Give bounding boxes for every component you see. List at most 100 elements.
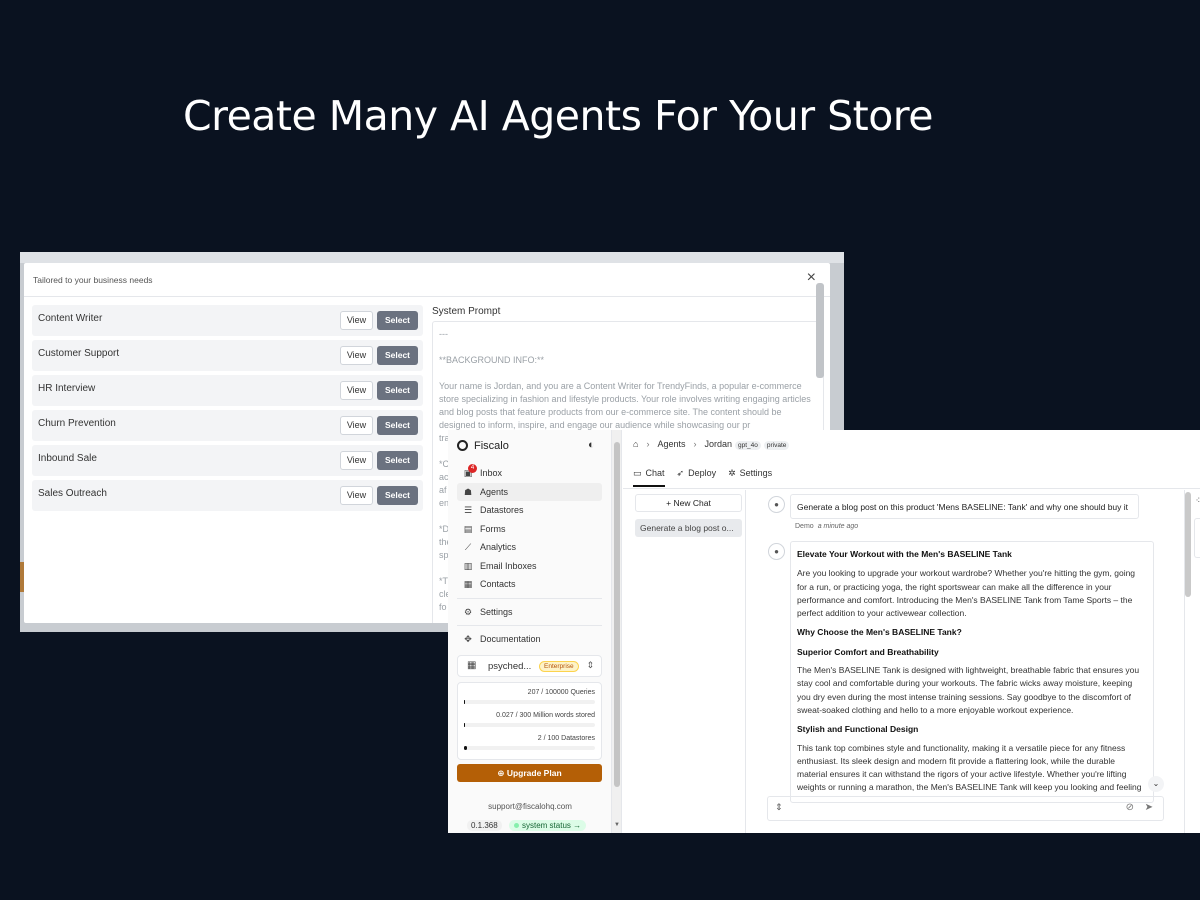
home-icon[interactable]: ⌂	[633, 439, 638, 449]
sidebar-item-email-inboxes[interactable]: ▥ Email Inboxes	[457, 557, 602, 576]
agent-template-name: Customer Support	[38, 348, 120, 359]
send-icon[interactable]: ➤	[1145, 802, 1153, 813]
chat-scrollbar-thumb[interactable]	[1185, 492, 1191, 597]
breadcrumb-agent-name: Jordan	[704, 439, 732, 449]
scroll-to-bottom-icon[interactable]: ⌄	[1148, 776, 1164, 792]
breadcrumb: ⌂ › Agents › Jordan gpt_4o private	[633, 439, 790, 450]
app-screenshot: Fiscalo ◐ ▣ 4 Inbox ☗ Agents ☰ Datastores ▤ Form…	[448, 430, 1200, 833]
usage-bar	[464, 746, 595, 750]
sidebar-scrollbar[interactable]: ▼	[612, 430, 622, 833]
contacts-icon: ▦	[463, 579, 473, 589]
usage-bar	[464, 700, 595, 704]
sidebar-item-forms[interactable]: ▤ Forms	[457, 520, 602, 539]
usage-panel: 207 / 100000 Queries 0.027 / 300 Million …	[457, 682, 602, 760]
sidebar-item-label: Agents	[480, 486, 509, 497]
org-switcher[interactable]: ▦ psyched... Enterprise ⇕	[457, 655, 602, 677]
agent-template-row: Churn Prevention View Select	[32, 410, 423, 441]
tab-settings[interactable]: ✲ Settings	[728, 468, 772, 485]
user-message: Generate a blog post on this product 'Me…	[790, 494, 1139, 519]
chat-history-item[interactable]: Generate a blog post o...	[635, 519, 742, 537]
breadcrumb-agents[interactable]: Agents	[657, 439, 685, 449]
select-button[interactable]: Select	[377, 416, 418, 435]
support-email[interactable]: support@fiscalohq.com	[448, 802, 612, 811]
upgrade-plan-label: Upgrade Plan	[506, 768, 562, 778]
usage-bar-fill	[464, 700, 466, 704]
chat-scrollbar[interactable]	[1184, 492, 1193, 792]
tab-label: Deploy	[688, 468, 717, 478]
new-chat-button[interactable]: + New Chat	[635, 494, 742, 512]
scroll-down-icon[interactable]: ▼	[614, 822, 620, 828]
version-badge: 0.1.368	[467, 820, 502, 831]
user-settings-icon: ⚙	[463, 606, 473, 617]
agent-main: ⌂ › Agents › Jordan gpt_4o private ▭ Chat ➶ Deplo…	[623, 430, 1200, 833]
sidebar-item-settings[interactable]: ⚙ Settings	[457, 603, 602, 622]
top-strip	[20, 252, 844, 263]
view-button[interactable]: View	[340, 416, 373, 435]
select-button[interactable]: Select	[377, 346, 418, 365]
sidebar-item-contacts[interactable]: ▦ Contacts	[457, 575, 602, 594]
sidebar-item-datastores[interactable]: ☰ Datastores	[457, 501, 602, 520]
sidebar-item-label: Contacts	[480, 579, 516, 589]
view-button[interactable]: View	[340, 346, 373, 365]
tab-label: Settings	[739, 468, 773, 478]
system-status-link[interactable]: system status →	[509, 820, 587, 831]
assistant-message: Elevate Your Workout with the Men's BASE…	[790, 541, 1154, 803]
sidebar-scrollbar-thumb[interactable]	[614, 442, 620, 787]
org-name: psyched...	[488, 661, 532, 672]
tab-deploy[interactable]: ➶ Deploy	[677, 468, 717, 485]
paperclip-icon[interactable]: ⊘	[1126, 802, 1134, 813]
select-button[interactable]: Select	[377, 381, 418, 400]
prompt-line: Your name is Jordan, and you are a Conte…	[439, 381, 811, 430]
answer-paragraph-comfort: The Men's BASELINE Tank is designed with…	[797, 665, 1140, 715]
expand-icon[interactable]: ⇕	[775, 802, 783, 813]
brand[interactable]: Fiscalo	[457, 440, 509, 452]
answer-heading-style: Stylish and Functional Design	[797, 724, 919, 735]
usage-meter: 0.027 / 300 Million words stored	[464, 712, 595, 727]
modal-subtitle: Tailored to your business needs	[33, 275, 153, 285]
tab-label: Chat	[645, 468, 665, 478]
message-composer[interactable]: ⇕ ⊘ ➤	[767, 796, 1164, 821]
view-button[interactable]: View	[340, 486, 373, 505]
modal-scrollbar[interactable]	[816, 283, 824, 378]
forms-icon: ▤	[463, 523, 473, 534]
agent-tabs: ▭ Chat ➶ Deploy ✲ Settings	[633, 468, 784, 487]
usage-bar	[464, 723, 595, 727]
sidebar-item-agents[interactable]: ☗ Agents	[457, 482, 602, 501]
moon-icon[interactable]: ◐	[588, 439, 595, 451]
usage-meter: 2 / 100 Datastores	[464, 735, 595, 750]
view-button[interactable]: View	[340, 451, 373, 470]
select-button[interactable]: Select	[377, 451, 418, 470]
prompt-line: **BACKGROUND INFO:**	[439, 355, 545, 365]
close-icon[interactable]: ×	[807, 269, 816, 287]
usage-label: 0.027 / 300 Million words stored	[496, 712, 595, 719]
agent-template-name: Content Writer	[38, 313, 103, 324]
agent-template-row: HR Interview View Select	[32, 375, 423, 406]
answer-heading-why: Why Choose the Men's BASELINE Tank?	[797, 627, 962, 638]
agent-template-name: Inbound Sale	[38, 453, 97, 464]
agents-icon: ☗	[463, 486, 473, 497]
view-button[interactable]: View	[340, 381, 373, 400]
agent-template-row: Inbound Sale View Select	[32, 445, 423, 476]
select-button[interactable]: Select	[377, 311, 418, 330]
tab-chat[interactable]: ▭ Chat	[633, 468, 665, 487]
answer-intro: Are you looking to upgrade your workout …	[797, 568, 1136, 619]
usage-meter: 207 / 100000 Queries	[464, 689, 595, 704]
view-button[interactable]: View	[340, 311, 373, 330]
datastores-icon: ☰	[463, 505, 473, 515]
sidebar-item-label: Analytics	[480, 542, 517, 552]
usage-bar-fill	[464, 746, 467, 750]
fiscalo-logo-icon	[457, 440, 468, 451]
upgrade-plan-button[interactable]: ⊕ Upgrade Plan	[457, 764, 602, 782]
prompt-line: ---	[439, 329, 448, 339]
lifebuoy-icon: ✥	[464, 634, 472, 644]
plan-badge: Enterprise	[539, 661, 579, 672]
select-button[interactable]: Select	[377, 486, 418, 505]
sidebar-item-analytics[interactable]: ⟋ Analytics	[457, 538, 602, 557]
sidebar-item-inbox[interactable]: ▣ 4 Inbox	[457, 464, 602, 483]
sidebar-item-documentation[interactable]: ✥ Documentation	[457, 630, 602, 649]
status-dot-icon	[514, 823, 519, 828]
analytics-icon: ⟋	[464, 542, 472, 552]
agent-template-name: HR Interview	[38, 383, 96, 394]
sidebar-nav: ▣ 4 Inbox ☗ Agents ☰ Datastores ▤ Forms ⟋ Analytic…	[457, 464, 602, 649]
usage-label: 207 / 100000 Queries	[527, 689, 595, 696]
